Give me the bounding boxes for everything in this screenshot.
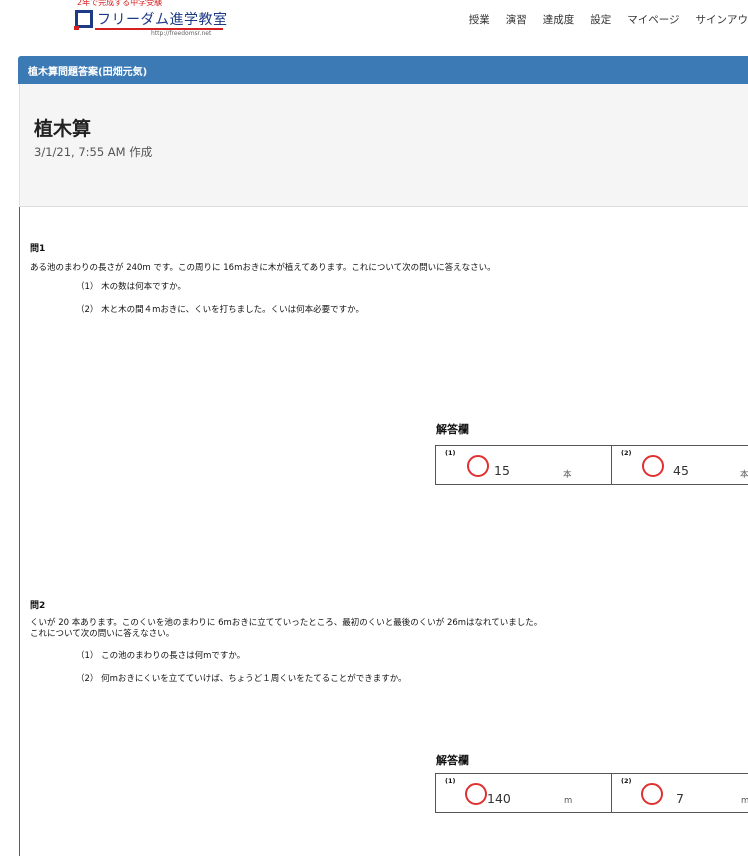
- page-heading-panel: 植木算 3/1/21, 7:55 AM 作成: [19, 84, 748, 207]
- site-logo[interactable]: 2年で完成する中学受験 フリーダム進学教室 http://freedomsr.n…: [73, 0, 253, 40]
- answer-unit: m: [564, 796, 573, 806]
- top-header: 2年で完成する中学受験 フリーダム進学教室 http://freedomsr.n…: [0, 0, 748, 44]
- title-bar: 植木算問題答案(田畑元気): [18, 56, 748, 84]
- question-1-sub-2: （2） 木と木の間４mおきに、くいを打ちました。くいは何本必要ですか。: [76, 305, 364, 315]
- nav-item-exercises[interactable]: 演習: [506, 12, 527, 27]
- nav-item-signout[interactable]: サインアウ: [696, 12, 748, 27]
- answer-unit: 本: [563, 470, 572, 480]
- answer-unit: m: [741, 796, 748, 806]
- answer-sheet: 問1 ある池のまわりの長さが 240m です。この周りに 16mおきに木が植えて…: [19, 207, 748, 856]
- answer-value: 15: [494, 463, 510, 478]
- answer-value: 45: [673, 463, 689, 478]
- title-bar-label: 植木算問題答案(田畑元気): [28, 67, 148, 78]
- question-2-answer-box: (1) 140 m (2) 7 m: [435, 773, 748, 813]
- question-2-text-line-1: くいが 20 本あります。このくいを池のまわりに 6mおきに立てていったところ、…: [30, 618, 543, 628]
- created-timestamp: 3/1/21, 7:55 AM 作成: [34, 145, 153, 159]
- answer-cell[interactable]: (2) 45 本: [611, 446, 748, 484]
- answer-cell[interactable]: (1) 15 本: [436, 446, 611, 484]
- question-1-answer-box: (1) 15 本 (2) 45 本: [435, 445, 748, 485]
- question-1-sub-1: （1） 木の数は何本ですか。: [76, 282, 186, 292]
- answer-number: (1): [445, 449, 456, 457]
- correct-circle-icon: [642, 455, 664, 477]
- correct-circle-icon: [467, 455, 489, 477]
- question-1-label: 問1: [30, 244, 46, 254]
- answer-number: (2): [621, 449, 632, 457]
- nav-item-mypage[interactable]: マイページ: [627, 12, 679, 27]
- logo-tagline: 2年で完成する中学受験: [77, 0, 163, 7]
- question-2-sub-1: （1） この池のまわりの長さは何mですか。: [76, 651, 246, 661]
- nav-item-settings[interactable]: 設定: [590, 12, 611, 27]
- question-1-answer-title: 解答欄: [436, 423, 469, 436]
- question-2-answer-title: 解答欄: [436, 754, 469, 767]
- answer-value: 140: [487, 791, 511, 806]
- correct-circle-icon: [641, 783, 663, 805]
- nav-item-lessons[interactable]: 授業: [469, 12, 490, 27]
- correct-circle-icon: [465, 783, 487, 805]
- question-2-text-line-2: これについて次の問いに答えなさい。: [30, 629, 175, 639]
- question-1-text: ある池のまわりの長さが 240m です。この周りに 16mおきに木が植えてありま…: [30, 263, 496, 273]
- logo-square-icon: [74, 10, 93, 30]
- question-2-label: 問2: [30, 601, 46, 611]
- logo-url: http://freedomsr.net: [151, 30, 212, 37]
- answer-value: 7: [676, 791, 684, 806]
- nav-item-progress[interactable]: 達成度: [543, 12, 575, 27]
- page-title: 植木算: [34, 118, 92, 140]
- main-nav: 授業 演習 達成度 設定 マイページ サインアウ: [453, 12, 748, 27]
- logo-name: フリーダム進学教室: [97, 12, 228, 28]
- answer-number: (2): [621, 777, 632, 785]
- answer-number: (1): [445, 777, 456, 785]
- answer-cell[interactable]: (1) 140 m: [436, 774, 611, 812]
- answer-unit: 本: [740, 470, 748, 480]
- answer-cell[interactable]: (2) 7 m: [611, 774, 748, 812]
- question-2-sub-2: （2） 何mおきにくいを立てていけば、ちょうど１周くいをたてることができますか。: [76, 674, 407, 684]
